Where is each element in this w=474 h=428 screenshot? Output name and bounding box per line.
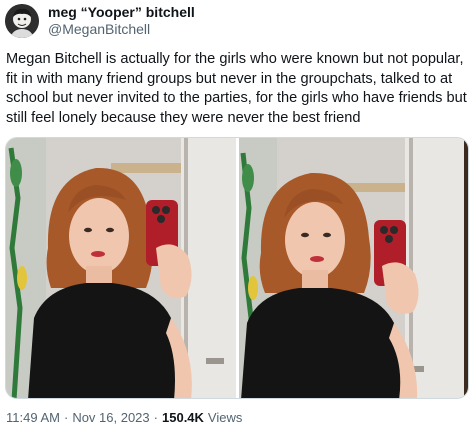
selfie-image: [238, 138, 468, 398]
avatar-image: [5, 4, 39, 38]
separator: ·: [153, 410, 158, 425]
display-name[interactable]: meg “Yooper” bitchell: [48, 4, 195, 21]
tweet-date[interactable]: Nov 16, 2023: [72, 410, 149, 426]
tweet-text: Megan Bitchell is actually for the girls…: [6, 51, 467, 126]
tweet: meg “Yooper” bitchell @MeganBitchell Meg…: [0, 0, 474, 428]
user-handle[interactable]: @MeganBitchell: [48, 21, 195, 38]
avatar[interactable]: [5, 4, 39, 38]
photo-1[interactable]: [6, 138, 236, 398]
author-names: meg “Yooper” bitchell @MeganBitchell: [48, 4, 195, 38]
separator: ·: [63, 410, 69, 425]
views-count: 150.4K: [162, 410, 204, 425]
tweet-time[interactable]: 11:49 AM: [6, 410, 60, 426]
tweet-header: meg “Yooper” bitchell @MeganBitchell: [5, 3, 195, 39]
tweet-meta: 11:49 AM · Nov 16, 2023 · 150.4K Views: [6, 410, 242, 426]
views-label: Views: [207, 410, 243, 425]
media-grid: [5, 137, 469, 399]
photo-2[interactable]: [238, 138, 468, 398]
selfie-image: [6, 138, 236, 398]
